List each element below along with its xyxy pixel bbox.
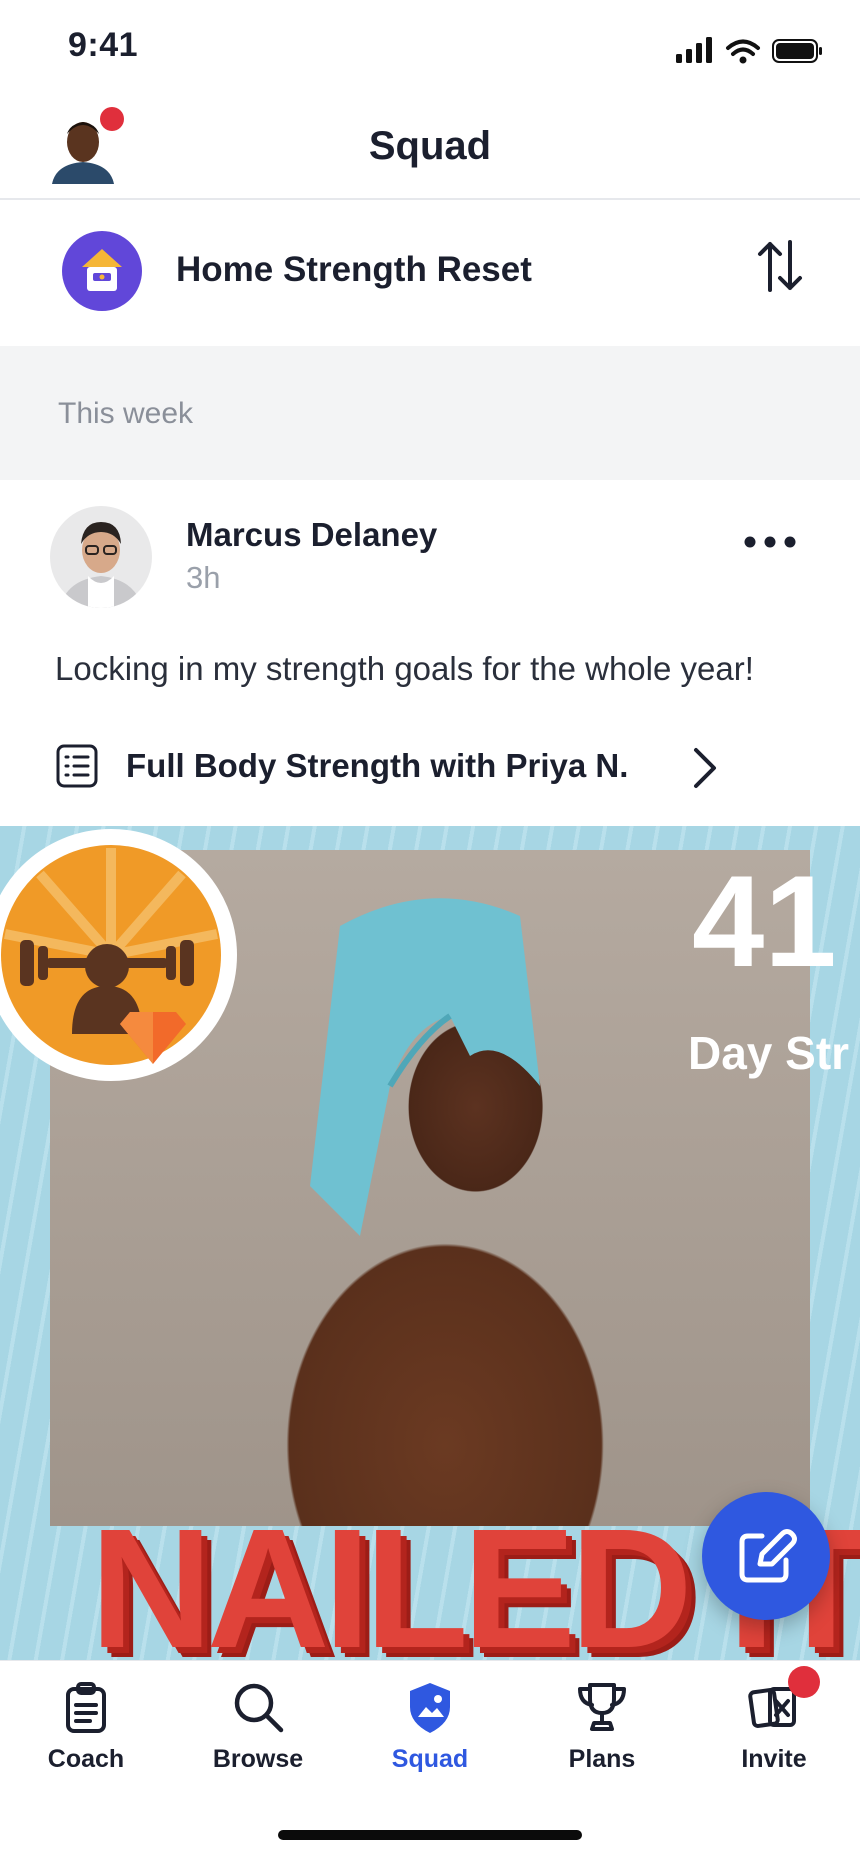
- invite-notification-dot: [788, 1666, 820, 1698]
- tab-plans[interactable]: Plans: [516, 1679, 688, 1774]
- section-label: This week: [58, 397, 194, 430]
- more-options-icon[interactable]: [740, 530, 800, 554]
- tab-browse[interactable]: Browse: [172, 1679, 344, 1774]
- post-timestamp: 3h: [186, 560, 221, 595]
- header-divider: [0, 198, 860, 200]
- chevron-right-icon[interactable]: [690, 746, 720, 790]
- home-indicator[interactable]: [278, 1830, 582, 1840]
- trophy-icon: [578, 1683, 626, 1731]
- tab-invite[interactable]: Invite: [688, 1679, 860, 1774]
- streak-label: Day Str: [688, 1027, 850, 1079]
- tab-label: Coach: [47, 1745, 125, 1773]
- compose-button[interactable]: [702, 1492, 830, 1620]
- tab-squad[interactable]: Squad: [344, 1679, 516, 1774]
- program-icon[interactable]: [62, 231, 142, 311]
- home-icon: [82, 249, 122, 291]
- edit-icon: [739, 1529, 797, 1583]
- status-icons: [676, 37, 822, 64]
- search-icon: [234, 1683, 284, 1733]
- signal-icon: [676, 37, 712, 63]
- workout-list-icon: [56, 744, 98, 788]
- tab-label: Invite: [741, 1745, 807, 1773]
- strength-badge-icon: [0, 829, 237, 1081]
- tab-label: Browse: [212, 1745, 304, 1773]
- streak-number: 41: [692, 848, 837, 994]
- tab-label: Plans: [568, 1745, 636, 1773]
- clipboard-icon: [66, 1682, 106, 1733]
- tab-coach[interactable]: Coach: [0, 1679, 172, 1774]
- poster-name[interactable]: Marcus Delaney: [186, 516, 437, 554]
- battery-icon: [772, 39, 822, 63]
- sort-icon[interactable]: [756, 238, 804, 294]
- squad-shield-icon: [410, 1683, 450, 1733]
- towel-graphic: [310, 898, 540, 1236]
- tab-label: Squad: [391, 1745, 469, 1773]
- program-name[interactable]: Home Strength Reset: [176, 250, 532, 290]
- poster-avatar[interactable]: [50, 506, 152, 608]
- page-title: Squad: [368, 124, 492, 168]
- post-text: Locking in my strength goals for the who…: [55, 650, 754, 687]
- wifi-icon: [726, 39, 760, 56]
- status-time: 9:41: [68, 26, 139, 64]
- workout-label[interactable]: Full Body Strength with Priya N.: [126, 747, 628, 785]
